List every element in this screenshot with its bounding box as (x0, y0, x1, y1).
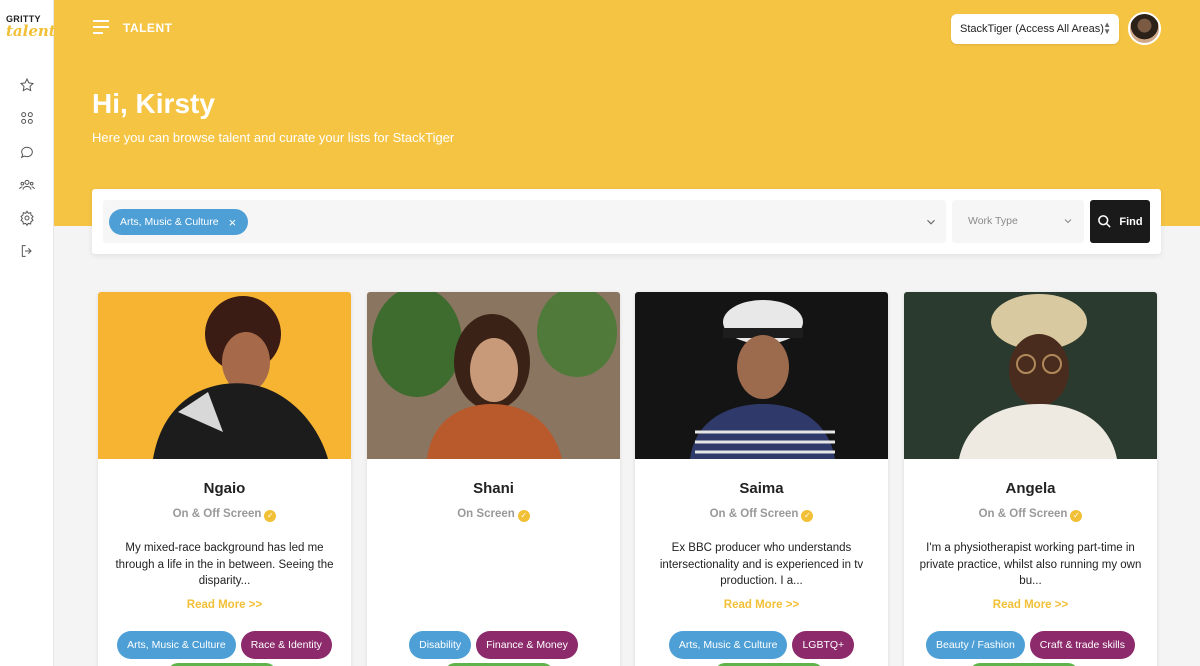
tag-pill[interactable]: LGBTQ+ (792, 631, 855, 659)
tag-pill[interactable]: Arts, Music & Culture (668, 631, 788, 659)
chevron-down-icon (1064, 219, 1072, 224)
tag-pill[interactable]: Finance & Money (476, 631, 578, 659)
tag-pill[interactable]: Arts, Music & Culture (117, 631, 236, 659)
read-more-link[interactable]: Read More >> (98, 599, 351, 611)
tag-pill[interactable]: Race & Identity (240, 631, 332, 659)
tag-list: Arts, Music & Culture LGBTQ+ (635, 631, 888, 659)
talent-bio: My mixed-race background has led me thro… (115, 542, 334, 587)
user-avatar[interactable] (1128, 12, 1161, 45)
talent-photo (635, 292, 888, 459)
menu-icon[interactable] (93, 20, 111, 38)
talent-name: Saima (739, 480, 784, 497)
talent-role: On & Off Screen ✓ (904, 508, 1157, 522)
search-bar: Arts, Music & Culture × Work Type Find (92, 189, 1161, 254)
chevron-down-icon[interactable] (924, 215, 938, 229)
talent-role: On & Off Screen ✓ (98, 508, 351, 522)
chat-icon[interactable] (17, 142, 37, 162)
talent-card[interactable]: Shani On Screen ✓ Disability Finance & Mo… (367, 292, 620, 666)
find-button-label: Find (1119, 215, 1143, 228)
verified-icon: ✓ (517, 510, 530, 522)
talent-role-label: On & Off Screen (172, 508, 262, 520)
work-type-placeholder: Work Type (968, 215, 1018, 227)
talent-role-label: On & Off Screen (709, 508, 799, 520)
tag-list: Disability Finance & Money (367, 631, 620, 659)
talent-name: Ngaio (203, 480, 246, 497)
logout-icon[interactable] (17, 241, 37, 261)
talent-bio: Ex BBC producer who understands intersec… (659, 542, 864, 587)
find-button[interactable]: Find (1090, 200, 1150, 243)
tag-list: Arts, Music & Culture Race & Identity (98, 631, 351, 659)
search-icon (1098, 215, 1112, 228)
talent-role: On Screen ✓ (367, 508, 620, 522)
work-type-select[interactable]: Work Type (952, 200, 1084, 243)
talent-photo (98, 292, 351, 459)
page-greeting: Hi, Kirsty (92, 88, 215, 119)
section-title: TALENT (123, 21, 173, 35)
talent-name: Shani (473, 480, 514, 497)
talent-photo (904, 292, 1157, 459)
team-icon[interactable] (17, 175, 37, 195)
remove-tag-icon[interactable]: × (229, 215, 237, 230)
gritty-talent-logo[interactable]: GRITTY talent (6, 14, 56, 48)
talent-card[interactable]: Saima On & Off Screen ✓ Ex BBC producer w… (635, 292, 888, 666)
talent-bio: I'm a physiotherapist working part-time … (919, 542, 1142, 587)
verified-icon: ✓ (264, 510, 277, 522)
read-more-link[interactable]: Read More >> (635, 599, 888, 611)
verified-icon: ✓ (801, 510, 814, 522)
talent-card[interactable]: Ngaio On & Off Screen ✓ My mixed-race bac… (98, 292, 351, 666)
tag-pill[interactable]: Beauty / Fashion (926, 631, 1025, 659)
read-more-link[interactable]: Read More >> (904, 599, 1157, 611)
talent-role-label: On & Off Screen (978, 508, 1068, 520)
talent-role-label: On Screen (457, 508, 515, 520)
talent-photo (367, 292, 620, 459)
tag-filter-input[interactable]: Arts, Music & Culture × (103, 200, 946, 243)
settings-icon[interactable] (17, 208, 37, 228)
organisation-select[interactable]: StackTiger (Access All Areas) ▲ ▼ (951, 14, 1119, 44)
talent-card[interactable]: Angela On & Off Screen ✓ I'm a physiother… (904, 292, 1157, 666)
selected-tag-chip: Arts, Music & Culture × (109, 209, 249, 235)
logo-line2: talent (6, 22, 56, 40)
talent-name: Angela (1005, 480, 1056, 497)
tag-list: Beauty / Fashion Craft & trade skills (904, 631, 1157, 659)
star-icon[interactable] (17, 75, 37, 95)
tag-pill[interactable]: Disability (409, 631, 472, 659)
tag-pill[interactable]: Craft & trade skills (1029, 631, 1135, 659)
sidebar: GRITTY talent (0, 0, 56, 666)
organisation-select-value: StackTiger (Access All Areas) (960, 23, 1104, 35)
verified-icon: ✓ (1070, 510, 1083, 522)
talent-role: On & Off Screen ✓ (635, 508, 888, 522)
select-arrows-icon: ▲ ▼ (1103, 20, 1111, 36)
page-subtitle: Here you can browse talent and curate yo… (92, 130, 455, 145)
grid-icon[interactable] (17, 108, 37, 128)
selected-tag-label: Arts, Music & Culture (120, 216, 219, 228)
